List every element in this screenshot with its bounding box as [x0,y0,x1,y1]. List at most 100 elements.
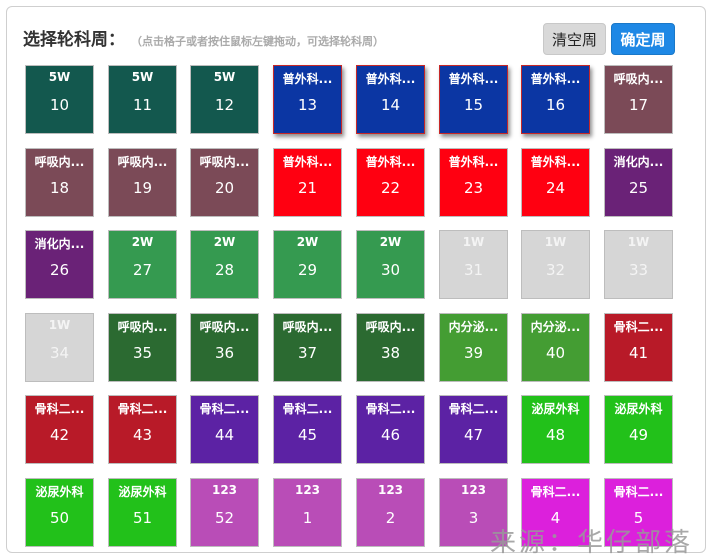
week-cell-number: 13 [297,96,318,114]
week-cell-19[interactable]: 呼吸内... 19 [108,148,177,217]
week-cell-15[interactable]: 普外科... 15 [439,65,508,134]
week-cell-label: 1W [48,318,71,332]
week-cell-number: 30 [380,261,401,279]
week-cell-47[interactable]: 骨科二... 47 [439,395,508,464]
clear-weeks-button[interactable]: 清空周 [543,23,606,55]
week-selector-panel: 选择轮科周： （点击格子或者按住鼠标左键拖动，可选择轮科周） 清空周 确定周 5… [6,6,706,553]
week-cell-31[interactable]: 1W 31 [439,230,508,299]
week-cell-number: 37 [297,344,318,362]
week-cell-14[interactable]: 普外科... 14 [356,65,425,134]
week-cell-label: 123 [294,483,321,497]
week-cell-label: 骨科二... [117,402,168,416]
week-cell-27[interactable]: 2W 27 [108,230,177,299]
week-cell-34[interactable]: 1W 34 [25,313,94,382]
week-cell-24[interactable]: 普外科... 24 [521,148,590,217]
week-cell-number: 17 [628,96,649,114]
week-cell-23[interactable]: 普外科... 23 [439,148,508,217]
week-cell-26[interactable]: 消化内... 26 [25,230,94,299]
week-cell-28[interactable]: 2W 28 [190,230,259,299]
week-cell-44[interactable]: 骨科二... 44 [190,395,259,464]
week-cell-42[interactable]: 骨科二... 42 [25,395,94,464]
week-cell-number: 21 [297,179,318,197]
week-cell-number: 16 [545,96,566,114]
watermark: 来源：华仔部落 [490,528,694,558]
week-cell-number: 20 [214,179,235,197]
week-cell-32[interactable]: 1W 32 [521,230,590,299]
week-cell-37[interactable]: 呼吸内... 37 [273,313,342,382]
week-cell-label: 内分泌... [530,320,581,334]
week-cell-number: 45 [297,426,318,444]
week-cell-label: 1W [627,235,650,249]
week-cell-50[interactable]: 泌尿外科 50 [25,478,94,547]
week-cell-49[interactable]: 泌尿外科 49 [604,395,673,464]
week-cell-label: 2W [213,235,236,249]
week-cell-16[interactable]: 普外科... 16 [521,65,590,134]
week-cell-number: 27 [132,261,153,279]
week-cell-label: 123 [460,483,487,497]
week-cell-label: 2W [379,235,402,249]
week-cell-label: 泌尿外科 [531,402,580,416]
week-cell-36[interactable]: 呼吸内... 36 [190,313,259,382]
week-cell-label: 123 [377,483,404,497]
week-cell-38[interactable]: 呼吸内... 38 [356,313,425,382]
week-cell-number: 41 [628,344,649,362]
week-cell-number: 36 [214,344,235,362]
week-cell-label: 消化内... [34,237,85,251]
week-cell-number: 46 [380,426,401,444]
week-cell-label: 骨科二... [199,402,250,416]
week-cell-label: 2W [296,235,319,249]
week-cell-number: 1 [302,509,313,527]
week-cell-2[interactable]: 123 2 [356,478,425,547]
week-cell-number: 19 [132,179,153,197]
week-cell-label: 骨科二... [530,485,581,499]
week-cell-label: 2W [131,235,154,249]
week-cell-label: 骨科二... [448,402,499,416]
week-cell-18[interactable]: 呼吸内... 18 [25,148,94,217]
week-cell-label: 普外科... [282,72,333,86]
week-cell-11[interactable]: 5W 11 [108,65,177,134]
week-cell-label: 骨科二... [613,320,664,334]
week-cell-number: 32 [545,261,566,279]
week-cell-12[interactable]: 5W 12 [190,65,259,134]
week-cell-number: 34 [49,344,70,362]
week-cell-51[interactable]: 泌尿外科 51 [108,478,177,547]
week-cell-number: 25 [628,179,649,197]
week-cell-number: 38 [380,344,401,362]
week-cell-46[interactable]: 骨科二... 46 [356,395,425,464]
confirm-weeks-button[interactable]: 确定周 [611,23,675,55]
week-cell-label: 骨科二... [365,402,416,416]
week-cell-48[interactable]: 泌尿外科 48 [521,395,590,464]
week-cell-number: 33 [628,261,649,279]
week-cell-21[interactable]: 普外科... 21 [273,148,342,217]
week-cell-52[interactable]: 123 52 [190,478,259,547]
week-cell-45[interactable]: 骨科二... 45 [273,395,342,464]
week-cell-39[interactable]: 内分泌... 39 [439,313,508,382]
week-cell-label: 普外科... [530,72,581,86]
week-cell-25[interactable]: 消化内... 25 [604,148,673,217]
week-cell-41[interactable]: 骨科二... 41 [604,313,673,382]
week-cell-10[interactable]: 5W 10 [25,65,94,134]
week-cell-30[interactable]: 2W 30 [356,230,425,299]
week-cell-35[interactable]: 呼吸内... 35 [108,313,177,382]
week-cell-label: 普外科... [448,72,499,86]
week-cell-29[interactable]: 2W 29 [273,230,342,299]
week-cell-label: 5W [131,70,154,84]
header: 选择轮科周： （点击格子或者按住鼠标左键拖动，可选择轮科周） [23,25,384,50]
week-cell-number: 52 [214,509,235,527]
week-cell-13[interactable]: 普外科... 13 [273,65,342,134]
week-cell-number: 26 [49,261,70,279]
week-cell-20[interactable]: 呼吸内... 20 [190,148,259,217]
week-cell-40[interactable]: 内分泌... 40 [521,313,590,382]
week-cell-label: 5W [48,70,71,84]
week-cell-label: 普外科... [448,155,499,169]
week-cell-label: 123 [211,483,238,497]
week-cell-number: 24 [545,179,566,197]
week-cell-number: 31 [463,261,484,279]
week-cell-1[interactable]: 123 1 [273,478,342,547]
week-cell-17[interactable]: 呼吸内... 17 [604,65,673,134]
week-cell-22[interactable]: 普外科... 22 [356,148,425,217]
week-cell-33[interactable]: 1W 33 [604,230,673,299]
week-cell-label: 普外科... [282,155,333,169]
week-cell-number: 35 [132,344,153,362]
week-cell-43[interactable]: 骨科二... 43 [108,395,177,464]
